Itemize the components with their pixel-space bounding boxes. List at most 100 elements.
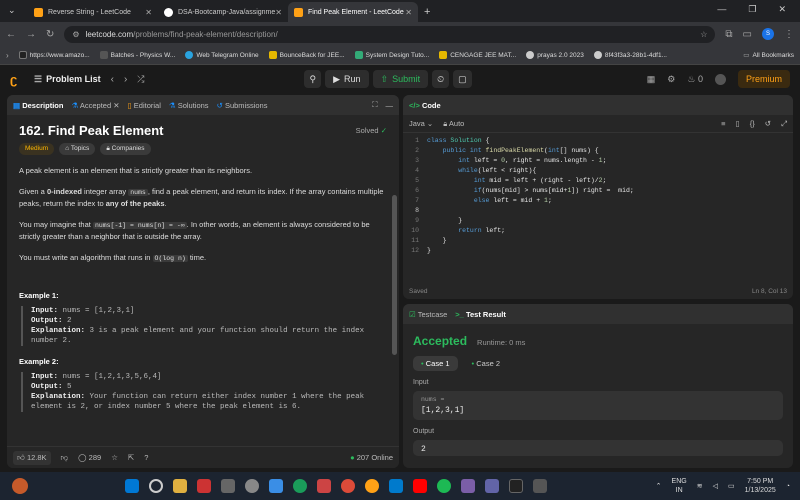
site-info-icon[interactable]: ⚙ [72,30,79,39]
tab-editorial[interactable]: ▯ Editorial [128,101,161,110]
settings-gear-icon[interactable]: ⚙ [667,74,675,85]
braces-icon[interactable]: {} [750,119,755,128]
windows-start-icon[interactable] [125,479,139,493]
back-icon[interactable]: ← [6,29,16,40]
close-tab-icon[interactable]: ✕ [145,8,152,17]
bookmark-icon[interactable]: ▯ [736,119,740,128]
url-field[interactable]: ⚙ leetcode.com/problems/find-peak-elemen… [64,25,716,43]
dislike-icon[interactable]: 👎︎ [61,453,69,463]
app-icon[interactable] [461,479,475,493]
help-icon[interactable]: ? [144,453,148,462]
bookmark-item[interactable]: BounceBack for JEE... [268,51,345,59]
next-problem-icon[interactable]: › [124,74,127,85]
tab-test-result[interactable]: >_ Test Result [455,310,506,319]
favorite-star-icon[interactable]: ☆ [111,453,118,462]
extensions-icon[interactable]: ⧉ [725,29,732,40]
tab-submissions[interactable]: ↺ Submissions [217,101,268,110]
wifi-icon[interactable]: ≋ [697,482,703,490]
shuffle-icon[interactable]: ⤮ [137,74,144,85]
collapse-icon[interactable]: — [386,101,394,110]
prev-problem-icon[interactable]: ‹ [111,74,114,85]
language-indicator[interactable]: ENG IN [672,477,687,495]
browser-tab-find-peak[interactable]: Find Peak Element - LeetCode ✕ [288,2,418,22]
user-avatar[interactable] [714,73,726,85]
youtube-icon[interactable] [413,479,427,493]
bookmark-item[interactable]: Batches - Physics W... [99,51,175,59]
close-tab-icon[interactable]: ✕ [405,8,412,17]
app-icon[interactable] [317,479,331,493]
bookmark-item[interactable]: CENGAGE JEE MAT... [439,51,516,59]
reset-icon[interactable]: ↺ [765,119,771,128]
bookmark-item[interactable]: prayas 2.0 2023 [526,51,584,59]
companies-tag[interactable]: 🔒︎ Companies [100,143,151,155]
leetcode-logo-icon[interactable]: ʗ [10,72,24,87]
new-tab-button[interactable]: + [424,6,430,18]
search-icon[interactable] [149,479,163,493]
terminal-app-icon[interactable] [509,479,523,493]
minimize-icon[interactable]: — [717,4,726,15]
reload-icon[interactable]: ↻ [46,29,54,40]
case-2-button[interactable]: • Case 2 [464,356,509,371]
notification-bell-icon[interactable]: ◔ [786,483,790,490]
scrollbar-thumb[interactable] [392,195,397,355]
format-icon[interactable]: ≡ [721,119,725,128]
timer-button[interactable]: ⏲ [432,70,450,88]
spotify-icon[interactable] [437,479,451,493]
edge-icon[interactable] [293,479,307,493]
app-icon[interactable] [221,479,235,493]
browser-tab-reverse-string[interactable]: Reverse String - LeetCode ✕ [28,2,158,22]
menu-kebab-icon[interactable]: ⋮ [784,29,794,40]
vscode-icon[interactable] [389,479,403,493]
fullscreen-icon[interactable]: ⤢ [781,119,787,129]
app-icon[interactable] [533,479,547,493]
sidepanel-icon[interactable]: ▭ [743,29,752,40]
run-button[interactable]: ▶ Run [325,70,369,88]
browser-tab-github[interactable]: DSA-Bootcamp-Java/assignme ✕ [158,2,288,22]
app-icon[interactable] [245,479,259,493]
like-button[interactable]: 👍︎ 12.8K [13,450,51,465]
app-icon[interactable] [269,479,283,493]
file-explorer-icon[interactable] [173,479,187,493]
topics-tag[interactable]: ⌂ Topics [59,143,96,155]
tab-accepted[interactable]: ⚗ Accepted ✕ [71,101,119,110]
layout-icon[interactable]: ▦ [647,74,656,85]
all-bookmarks[interactable]: ▭ All Bookmarks [743,51,794,60]
chrome-active-icon[interactable] [365,479,379,493]
streak[interactable]: ♨ 0 [687,74,703,85]
close-tab-icon[interactable]: ✕ [275,8,282,17]
code-editor[interactable]: 1 class Solution { 2 public int findPeakE… [403,133,793,256]
tab-search-icon[interactable]: ⌄ [8,5,16,16]
tab-testcase[interactable]: ☑ Testcase [409,310,447,319]
clock[interactable]: 7:50 PM 1/13/2025 [745,477,776,495]
tray-overflow-icon[interactable]: ⌃ [656,482,662,490]
volume-icon[interactable]: ◁ [713,482,718,490]
debug-button[interactable]: ⚲ [304,70,322,88]
battery-icon[interactable]: ▭ [728,482,735,490]
forward-icon[interactable]: → [26,29,36,40]
case-1-button[interactable]: • Case 1 [413,356,458,371]
notes-button[interactable]: ▢ [453,70,472,88]
app-icon[interactable] [197,479,211,493]
weather-widget-icon[interactable] [12,478,28,494]
auto-toggle[interactable]: 🔒︎ Auto [443,119,464,129]
language-select[interactable]: Java ⌄ [409,119,433,128]
bookmark-item[interactable]: Web Telegram Online [185,51,259,59]
maximize-icon[interactable]: ❐ [748,4,756,15]
apps-icon[interactable]: › [6,51,9,60]
submit-button[interactable]: ⇧ Submit [372,70,429,88]
tab-solutions[interactable]: ⚗ Solutions [169,101,209,110]
bookmark-item[interactable]: 8f43f3a3-28b1-4df1... [593,51,667,59]
bookmark-item[interactable]: https://www.amazo... [18,51,90,59]
bookmark-item[interactable]: System Design Tuto... [354,51,429,59]
tab-description[interactable]: ▤ Description [13,101,63,110]
close-tab-icon[interactable]: ✕ [113,101,119,110]
profile-avatar[interactable]: S [762,28,774,40]
expand-icon[interactable]: ⛶ [372,100,377,110]
share-icon[interactable]: ⇱ [128,453,134,462]
problem-list-button[interactable]: ☰ Problem List [34,74,101,85]
close-window-icon[interactable]: ✕ [778,4,786,15]
comments-button[interactable]: ◯ 289 [78,453,101,462]
difficulty-badge[interactable]: Medium [19,143,55,155]
premium-button[interactable]: Premium [737,70,790,88]
bookmark-star-icon[interactable]: ☆ [700,30,707,39]
